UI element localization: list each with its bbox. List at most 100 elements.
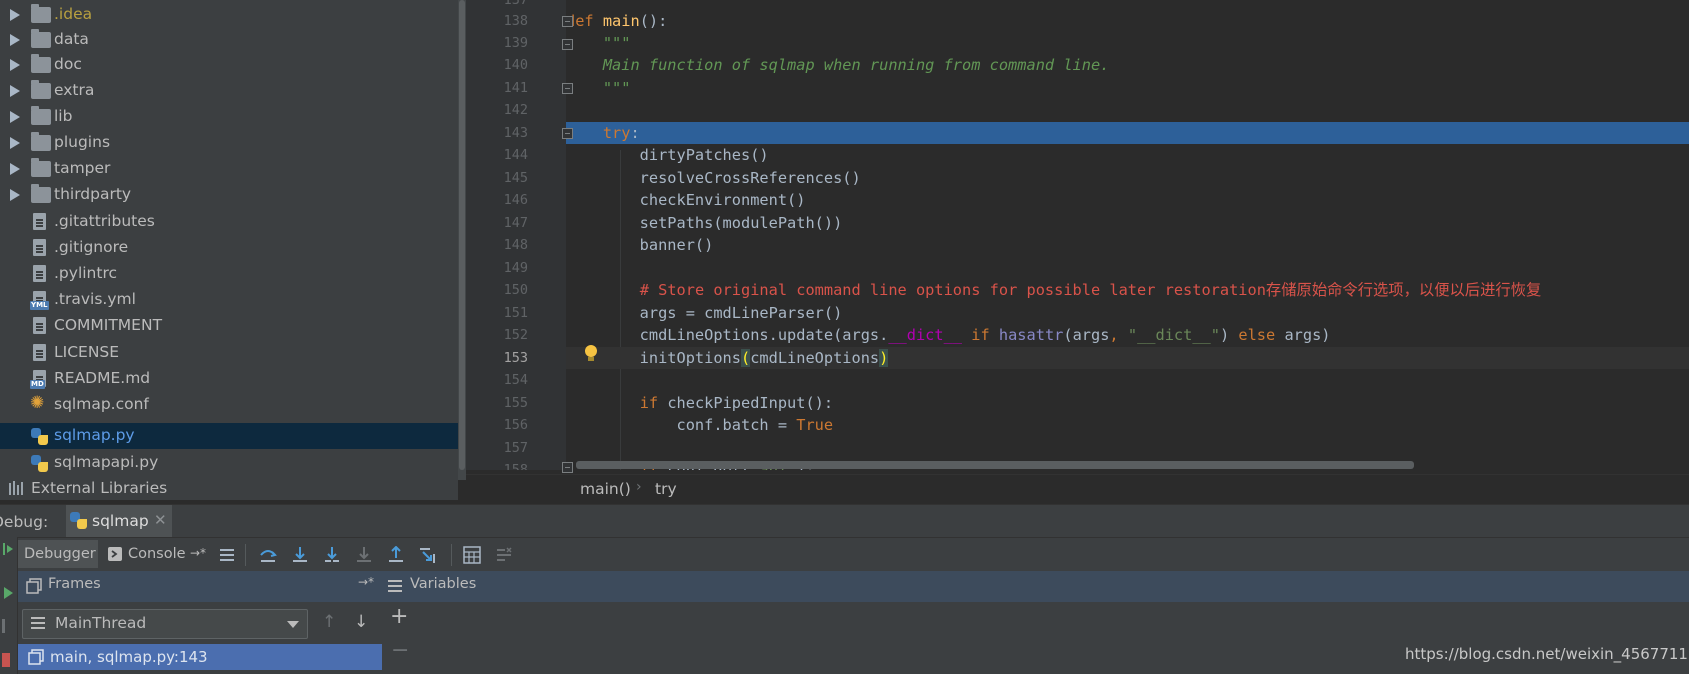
close-icon[interactable]: ✕ xyxy=(154,511,167,529)
tree-item-sqlmap-py[interactable]: sqlmap.py xyxy=(0,423,458,449)
tree-item-sqlmapapi-py[interactable]: sqlmapapi.py xyxy=(0,450,458,476)
tree-item-label: LICENSE xyxy=(54,343,120,361)
debug-run-tab[interactable]: sqlmap ✕ xyxy=(66,505,172,537)
tab-debugger[interactable]: Debugger xyxy=(18,540,98,568)
code-line[interactable]: resolveCrossReferences() xyxy=(566,167,1689,189)
pin-arrow-icon[interactable]: →* xyxy=(190,539,206,567)
tree-item-idea[interactable]: .idea xyxy=(0,2,458,28)
tree-item-tamper[interactable]: tamper xyxy=(0,156,458,182)
scrollbar-thumb[interactable] xyxy=(459,0,465,470)
lightbulb-icon[interactable] xyxy=(584,345,598,363)
expand-arrow-icon[interactable] xyxy=(10,163,20,175)
step-into-my-code-icon[interactable] xyxy=(323,546,341,564)
line-number: 155 xyxy=(503,395,528,411)
tree-item-thirdparty[interactable]: thirdparty xyxy=(0,182,458,208)
tree-item-pylintrc[interactable]: .pylintrc xyxy=(0,261,458,287)
tree-item-gitattributes[interactable]: .gitattributes xyxy=(0,209,458,235)
line-number: 147 xyxy=(503,215,528,231)
fold-marker-icon[interactable] xyxy=(562,39,573,50)
code-line[interactable]: def main(): xyxy=(566,10,1689,32)
thread-selector[interactable]: MainThread xyxy=(22,609,308,639)
code-line[interactable]: dirtyPatches() xyxy=(566,144,1689,166)
current-code-line[interactable]: initOptions(cmdLineOptions) xyxy=(566,347,1689,369)
remove-watch-icon: − xyxy=(391,638,410,663)
md-tag: MD xyxy=(30,380,45,389)
resume-icon[interactable] xyxy=(2,585,14,601)
tree-item-sqlmap-conf[interactable]: ✺ sqlmap.conf xyxy=(0,392,458,418)
folder-icon xyxy=(31,106,51,125)
tree-item-readme[interactable]: MD README.md xyxy=(0,366,458,392)
variables-side-toolbar: + − xyxy=(382,602,415,674)
tree-item-data[interactable]: data xyxy=(0,27,458,53)
code-line[interactable]: # Store original command line options fo… xyxy=(566,279,1689,301)
fold-marker-icon[interactable] xyxy=(562,83,573,94)
breadcrumb-item[interactable]: main() xyxy=(580,480,631,498)
tree-item-license[interactable]: LICENSE xyxy=(0,340,458,366)
code-line[interactable]: cmdLineOptions.update(args.__dict__ if h… xyxy=(566,324,1689,346)
code-line[interactable]: if checkPipedInput(): xyxy=(566,392,1689,414)
execution-line[interactable]: try: xyxy=(566,122,1689,144)
code-line[interactable]: """ xyxy=(566,77,1689,99)
tree-item-external-libraries[interactable]: External Libraries xyxy=(0,476,458,500)
code-line[interactable]: args = cmdLineParser() xyxy=(566,302,1689,324)
expand-arrow-icon[interactable] xyxy=(10,9,20,21)
line-number: 151 xyxy=(503,305,528,321)
tab-console[interactable]: Console →* xyxy=(104,540,209,568)
code-line[interactable]: """ xyxy=(566,32,1689,54)
line-number: 144 xyxy=(503,147,528,163)
step-over-icon[interactable] xyxy=(259,546,277,564)
editor-horizontal-scrollbar[interactable] xyxy=(576,461,1414,469)
tree-item-plugins[interactable]: plugins xyxy=(0,130,458,156)
toolbar-separator xyxy=(245,544,246,566)
step-out-icon[interactable] xyxy=(387,546,405,564)
add-watch-icon[interactable]: + xyxy=(390,606,408,628)
tree-item-label: lib xyxy=(54,107,73,125)
tree-item-lib[interactable]: lib xyxy=(0,104,458,130)
tree-item-commitment[interactable]: COMMITMENT xyxy=(0,313,458,339)
pin-arrow-icon[interactable]: →* xyxy=(358,575,374,589)
tree-item-label: sqlmap.py xyxy=(54,426,135,444)
show-execution-point-icon[interactable] xyxy=(218,546,236,564)
expand-arrow-icon[interactable] xyxy=(10,59,20,71)
tree-item-extra[interactable]: extra xyxy=(0,78,458,104)
fold-marker-icon[interactable] xyxy=(562,462,573,473)
breadcrumb-item[interactable]: try xyxy=(655,480,677,498)
expand-arrow-icon[interactable] xyxy=(10,85,20,97)
tree-item-gitignore[interactable]: .gitignore xyxy=(0,235,458,261)
tree-item-doc[interactable]: doc xyxy=(0,52,458,78)
debug-toolbar: Debugger Console →* xyxy=(0,537,1689,571)
tree-item-travis-yml[interactable]: YML .travis.yml xyxy=(0,287,458,313)
rerun-icon[interactable] xyxy=(2,541,14,557)
code-line[interactable]: banner() xyxy=(566,234,1689,256)
stop-icon[interactable] xyxy=(2,653,10,667)
expand-arrow-icon[interactable] xyxy=(10,34,20,46)
code-comment: # Store original command line options fo… xyxy=(639,281,1542,299)
tree-item-label: .gitignore xyxy=(54,238,129,256)
run-to-cursor-icon[interactable] xyxy=(419,546,437,564)
code-line[interactable]: conf.batch = True xyxy=(566,414,1689,436)
expand-arrow-icon[interactable] xyxy=(10,137,20,149)
fold-marker-icon[interactable] xyxy=(562,16,573,27)
tree-item-label: sqlmapapi.py xyxy=(54,453,159,471)
frames-header: Frames →* xyxy=(18,571,382,602)
tree-item-label: sqlmap.conf xyxy=(54,395,149,413)
arrow-down-icon[interactable]: ↓ xyxy=(354,612,368,632)
text-file-icon xyxy=(33,265,46,282)
expand-arrow-icon[interactable] xyxy=(10,189,20,201)
evaluate-expression-icon[interactable] xyxy=(463,546,481,564)
text-file-icon xyxy=(33,213,46,230)
tree-item-label: .travis.yml xyxy=(54,290,136,308)
fold-marker-icon[interactable] xyxy=(562,128,573,139)
code-line[interactable]: checkEnvironment() xyxy=(566,189,1689,211)
code-line[interactable]: Main function of sqlmap when running fro… xyxy=(566,54,1689,76)
tab-label: Console xyxy=(128,546,186,562)
expand-arrow-icon[interactable] xyxy=(10,111,20,123)
text-file-icon xyxy=(33,317,46,334)
tree-scrollbar[interactable] xyxy=(458,0,466,480)
tree-item-label: tamper xyxy=(54,159,111,177)
frame-item-selected[interactable]: main, sqlmap.py:143 xyxy=(18,644,382,670)
step-into-icon[interactable] xyxy=(291,546,309,564)
code-line[interactable]: setPaths(modulePath()) xyxy=(566,212,1689,234)
line-number: 157 xyxy=(503,440,528,456)
text-file-icon xyxy=(33,344,46,361)
